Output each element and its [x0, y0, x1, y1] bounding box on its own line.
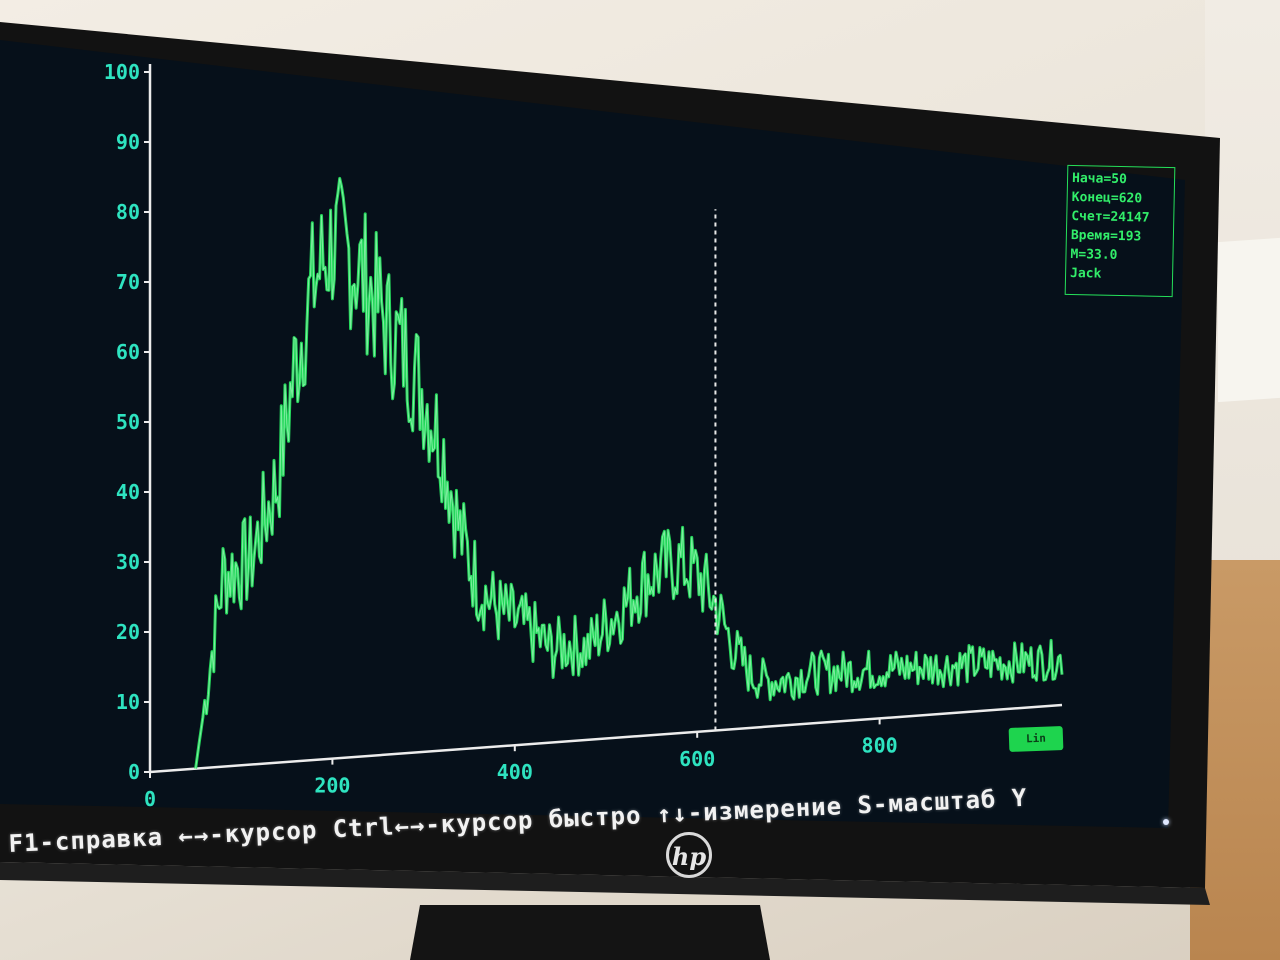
power-led-icon: [1163, 819, 1169, 825]
info-count: Счет=24147: [1071, 208, 1150, 226]
x-tick-label: 800: [862, 733, 898, 757]
y-tick-label: 100: [104, 60, 140, 84]
info-mean: М=33.0: [1070, 246, 1118, 263]
measurement-panel: Нача=50 Конец=620 Счет=24147 Время=193 М…: [1064, 164, 1176, 298]
y-tick-label: 30: [116, 550, 140, 574]
y-tick-label: 0: [128, 760, 140, 784]
info-end: Конец=620: [1071, 189, 1143, 207]
scale-mode-badge: Lin: [1008, 726, 1064, 752]
x-tick-label: 0: [144, 787, 156, 811]
info-mode: Jack: [1069, 265, 1102, 282]
x-tick-label: 600: [679, 747, 715, 771]
scale-mode-label: Lin: [1025, 731, 1047, 746]
x-tick-label: 400: [497, 760, 533, 784]
y-tick-label: 50: [116, 410, 140, 434]
monitor: 0 10 20 30 40 50 60 70 80 90 100 0 200 400 600 800 Нача…: [0, 0, 1280, 960]
x-tick-label: 200: [314, 774, 350, 798]
info-start: Нача=50: [1071, 170, 1128, 188]
y-tick-label: 70: [116, 270, 140, 294]
y-tick-label: 80: [116, 200, 140, 224]
y-tick-label: 20: [116, 620, 140, 644]
y-tick-label: 60: [116, 340, 140, 364]
y-tick-label: 90: [116, 130, 140, 154]
y-tick-label: 40: [116, 480, 140, 504]
info-time: Время=193: [1070, 227, 1142, 245]
hp-logo: hp: [666, 832, 712, 878]
y-tick-label: 10: [116, 690, 140, 714]
